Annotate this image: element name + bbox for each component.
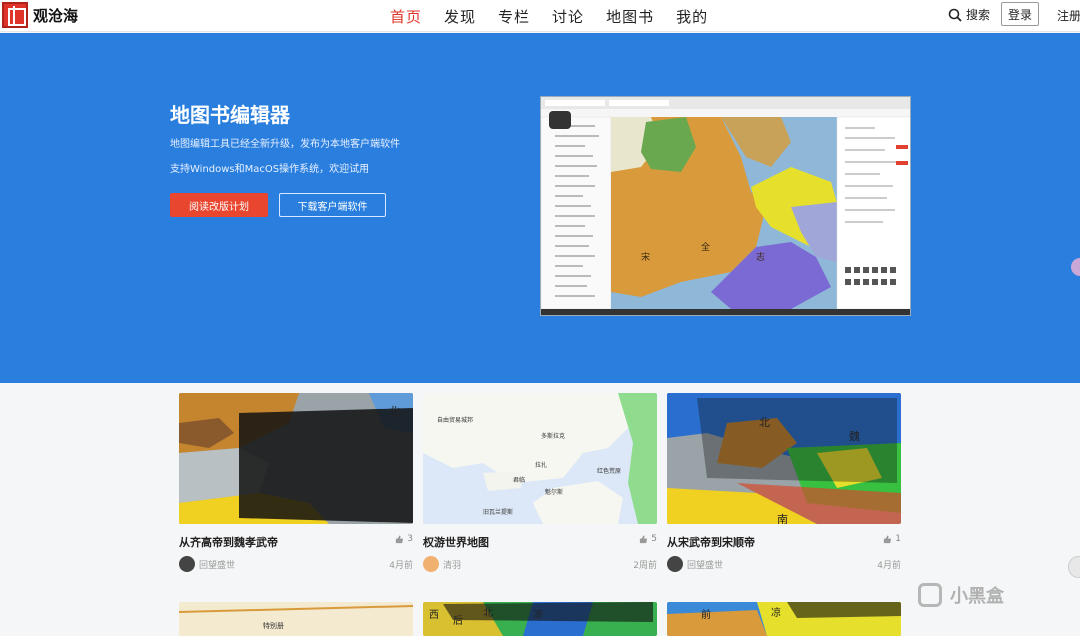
- thumbs-up-icon: [884, 534, 892, 543]
- map-card[interactable]: 北 从齐高帝到魏孝武帝 3 回望盛世 4月前: [179, 393, 413, 572]
- like-count-value: 5: [651, 534, 657, 544]
- map-label-south: 南: [777, 513, 788, 524]
- hero-banner: 地图书编辑器 地图编辑工具已经全新升级，发布为本地客户端软件 支持Windows…: [0, 33, 1080, 383]
- map-label-song: 宋: [641, 251, 650, 263]
- watermark-text: 小黑盒: [950, 586, 1004, 607]
- like-count-value: 3: [407, 534, 413, 544]
- nav-item-column[interactable]: 专栏: [498, 6, 530, 27]
- card-title[interactable]: 从齐高帝到魏孝武帝: [179, 534, 413, 549]
- like-count[interactable]: 1: [883, 534, 901, 544]
- map-label: 西: [429, 610, 439, 621]
- logo-icon: [2, 2, 28, 28]
- like-count[interactable]: 5: [639, 534, 657, 544]
- map-label-old-volantis: 旧瓦兰提斯: [483, 508, 513, 516]
- card-time: 4月前: [877, 560, 901, 571]
- card-author[interactable]: 回望盛世: [179, 556, 235, 572]
- card-thumbnail[interactable]: 北: [179, 393, 413, 524]
- map-label-north: 北: [759, 416, 770, 429]
- map-label-qarth: 魁尔斯: [545, 488, 563, 496]
- author-name: 清羽: [443, 560, 462, 571]
- hero-description-1: 地图编辑工具已经全新升级，发布为本地客户端软件: [170, 139, 400, 150]
- register-link[interactable]: 注册: [1057, 7, 1080, 24]
- watermark-logo-icon: [918, 583, 942, 607]
- avatar: [423, 556, 439, 572]
- thumbs-up-icon: [396, 534, 404, 543]
- card-title[interactable]: 权游世界地图: [423, 534, 657, 549]
- map-label-red-waste: 红色荒原: [597, 467, 621, 475]
- card-time: 2周前: [633, 560, 657, 571]
- top-header: 观沧海 首页 发现 专栏 讨论 地图书 我的 搜索 登录 注册: [0, 0, 1080, 32]
- main-nav: 首页 发现 专栏 讨论 地图书 我的: [390, 0, 730, 32]
- editor-screenshot: 宋 全 志: [540, 96, 911, 316]
- author-name: 回望盛世: [199, 560, 236, 571]
- card-author[interactable]: 清羽: [423, 556, 461, 572]
- map-label-north: 北: [389, 405, 400, 418]
- map-label-quan: 全: [701, 241, 710, 253]
- nav-item-discover[interactable]: 发现: [444, 6, 476, 27]
- nav-item-discussion[interactable]: 讨论: [552, 6, 584, 27]
- card-title[interactable]: 从宋武帝到宋顺帝: [667, 534, 901, 549]
- map-card[interactable]: 北 魏 南 从宋武帝到宋顺帝 1 回望盛世 4月前: [667, 393, 901, 572]
- card-thumbnail[interactable]: 北 魏 南: [667, 393, 901, 524]
- hero-title: 地图书编辑器: [170, 103, 290, 127]
- editor-screenshot-image: 宋 全 志: [541, 97, 910, 315]
- side-float-button-2[interactable]: [1068, 556, 1080, 578]
- site-logo[interactable]: 观沧海: [2, 2, 78, 28]
- map-label: 特别册: [263, 621, 284, 630]
- like-count-value: 1: [895, 534, 901, 544]
- map-card-thumbnail[interactable]: 前 凉: [667, 602, 901, 636]
- map-card[interactable]: 自由贸易城邦 多斯拉克 拉扎 红色荒原 君临 魁尔斯 旧瓦兰提斯 权游世界地图 …: [423, 393, 657, 572]
- watermark: 小黑盒: [918, 582, 1004, 608]
- map-card-thumbnail[interactable]: 特别册: [179, 602, 413, 636]
- hero-description-2: 支持Windows和MacOS操作系统，欢迎试用: [170, 164, 370, 175]
- nav-item-home[interactable]: 首页: [390, 6, 422, 27]
- map-card-thumbnail[interactable]: 西 后 北 凉: [423, 602, 657, 636]
- nav-item-mapbook[interactable]: 地图书: [606, 6, 654, 27]
- card-time: 4月前: [389, 560, 413, 571]
- map-label-zhi: 志: [756, 251, 765, 263]
- download-client-button[interactable]: 下载客户端软件: [279, 193, 386, 217]
- avatar: [667, 556, 683, 572]
- search-label: 搜索: [966, 8, 991, 22]
- map-label: 凉: [771, 606, 781, 619]
- author-name: 回望盛世: [687, 560, 724, 571]
- search-icon: [948, 8, 962, 22]
- read-plan-button[interactable]: 阅读改版计划: [170, 193, 268, 217]
- card-thumbnail[interactable]: 自由贸易城邦 多斯拉克 拉扎 红色荒原 君临 魁尔斯 旧瓦兰提斯: [423, 393, 657, 524]
- map-label: 前: [701, 608, 711, 621]
- map-label-kings-landing: 君临: [513, 476, 525, 484]
- map-label-free-cities: 自由贸易城邦: [437, 416, 473, 424]
- map-label-lazar: 拉扎: [535, 461, 547, 469]
- side-float-button[interactable]: [1071, 258, 1080, 276]
- nav-item-mine[interactable]: 我的: [676, 6, 708, 27]
- search-button[interactable]: 搜索: [948, 6, 990, 23]
- thumbs-up-icon: [640, 534, 648, 543]
- login-button[interactable]: 登录: [1001, 2, 1039, 26]
- map-label: 后: [453, 615, 463, 627]
- map-label-wei: 魏: [849, 429, 860, 443]
- map-label-dothraki: 多斯拉克: [541, 432, 565, 440]
- avatar: [179, 556, 195, 572]
- map-label: 北: [483, 607, 493, 619]
- like-count[interactable]: 3: [395, 534, 413, 544]
- card-author[interactable]: 回望盛世: [667, 556, 723, 572]
- logo-text: 观沧海: [33, 6, 79, 25]
- map-label: 凉: [533, 608, 543, 621]
